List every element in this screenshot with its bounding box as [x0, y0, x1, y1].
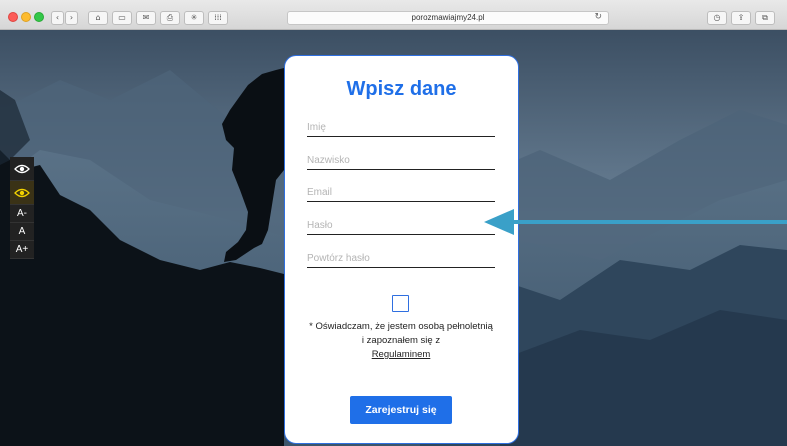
yellow-contrast-toggle-button[interactable]: [10, 181, 34, 205]
eye-yellow-icon: [14, 188, 30, 197]
forward-icon[interactable]: ›: [65, 11, 78, 25]
font-decrease-button[interactable]: A-: [10, 205, 34, 223]
last-name-input[interactable]: [307, 151, 495, 170]
print-icon[interactable]: ⎙: [160, 11, 180, 25]
back-icon[interactable]: ‹: [51, 11, 64, 25]
browser-toolbar: ‹ › ⌂ ▭ ✉ ⎙ ✳ ⁞⁞⁞ porozmawiajmy24.pl ↻ ◷…: [0, 0, 787, 30]
zoom-window-button[interactable]: [34, 12, 44, 22]
terms-link[interactable]: Regulaminem: [372, 349, 431, 360]
email-input[interactable]: [307, 183, 495, 202]
share-icon[interactable]: ⇪: [731, 11, 751, 25]
first-name-input[interactable]: [307, 118, 495, 137]
registration-card: Wpisz dane * Oświadczam, że jestem osobą…: [284, 55, 519, 444]
eye-icon: [14, 164, 30, 173]
close-window-button[interactable]: [8, 12, 18, 22]
consent-checkbox[interactable]: [392, 295, 409, 312]
address-bar[interactable]: porozmawiajmy24.pl ↻: [287, 11, 609, 25]
tabs-icon[interactable]: ⧉: [755, 11, 775, 25]
password-repeat-input[interactable]: [307, 249, 495, 268]
minimize-window-button[interactable]: [21, 12, 31, 22]
url-text: porozmawiajmy24.pl: [411, 13, 485, 22]
home-icon[interactable]: ⌂: [88, 11, 108, 25]
font-reset-button[interactable]: A: [10, 223, 34, 241]
sidebar-icon[interactable]: ▭: [112, 11, 132, 25]
form-title: Wpisz dane: [346, 78, 457, 100]
contrast-toggle-button[interactable]: [10, 157, 34, 181]
font-increase-button[interactable]: A+: [10, 241, 34, 259]
password-input[interactable]: [307, 216, 495, 235]
grid-icon[interactable]: ⁞⁞⁞: [208, 11, 228, 25]
history-icon[interactable]: ◷: [707, 11, 727, 25]
register-button[interactable]: Zarejestruj się: [350, 396, 452, 424]
annotation-arrow-icon: [484, 209, 787, 235]
extension-icon[interactable]: ✳: [184, 11, 204, 25]
consent-statement: * Oświadczam, że jestem osobą pełnoletni…: [309, 321, 493, 346]
consent-text: * Oświadczam, że jestem osobą pełnoletni…: [307, 320, 495, 362]
mail-icon[interactable]: ✉: [136, 11, 156, 25]
reload-icon[interactable]: ↻: [594, 12, 602, 22]
accessibility-toolbar: A- A A+: [10, 157, 34, 259]
